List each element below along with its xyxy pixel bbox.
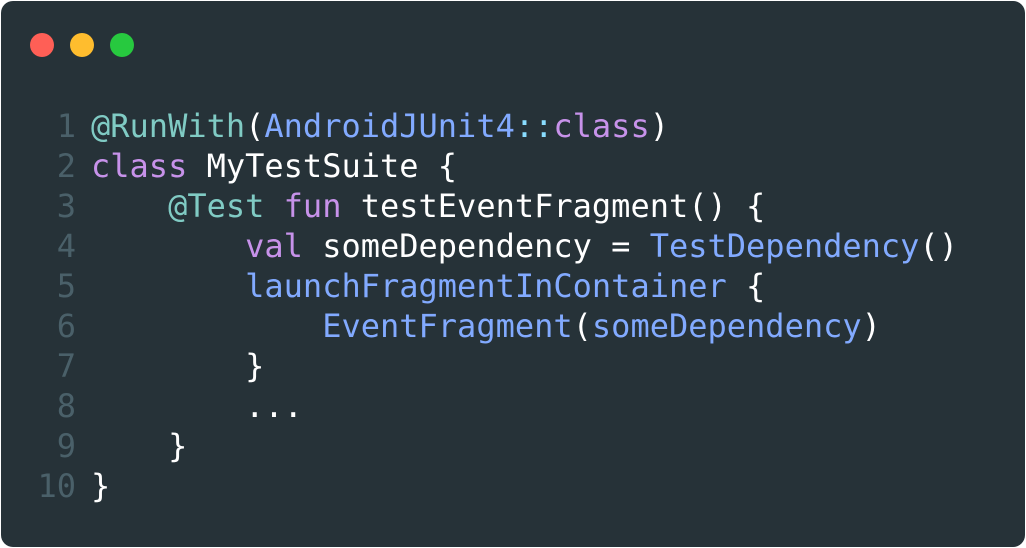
- window-titlebar: [1, 1, 1025, 81]
- code-line: 1 @RunWith(AndroidJUnit4::class): [1, 106, 1025, 146]
- code-line: 3 @Test fun testEventFragment() {: [1, 186, 1025, 226]
- zoom-dot-icon[interactable]: [110, 33, 134, 57]
- code-token-punct: (): [919, 227, 958, 265]
- code-token-plain: someDependency =: [302, 227, 650, 265]
- code-line: 7 }: [1, 346, 1025, 386]
- code-token-keyword: val: [245, 227, 303, 265]
- line-source: }: [91, 346, 264, 386]
- line-number: 2: [56, 147, 76, 185]
- code-token-keyword: class: [91, 147, 188, 185]
- line-number: 8: [56, 387, 76, 425]
- code-token-type: AndroidJUnit4: [264, 107, 515, 145]
- line-source: @RunWith(AndroidJUnit4::class): [91, 106, 669, 146]
- line-source: EventFragment(someDependency): [91, 306, 881, 346]
- code-token-keyword: fun: [283, 187, 342, 225]
- code-token-punct: ): [649, 107, 669, 145]
- line-source: val someDependency = TestDependency(): [91, 226, 958, 266]
- code-token-type: EventFragment: [322, 307, 573, 345]
- code-block: 1 @RunWith(AndroidJUnit4::class) 2 class My…: [1, 106, 1025, 506]
- line-source: class MyTestSuite {: [91, 146, 457, 186]
- code-token-colons: ::: [514, 107, 554, 145]
- code-token-plain: }: [91, 347, 265, 385]
- code-token-punct: (: [245, 107, 265, 145]
- code-token-plain: ...: [91, 387, 303, 425]
- line-number: 4: [56, 227, 76, 265]
- code-line: 5 launchFragmentInContainer {: [1, 266, 1025, 306]
- code-token-func: launchFragmentInContainer: [245, 267, 727, 305]
- line-source: ...: [91, 386, 303, 426]
- line-number: 7: [56, 347, 76, 385]
- line-source: }: [91, 426, 187, 466]
- minimize-dot-icon[interactable]: [70, 33, 94, 57]
- code-line: 10}: [1, 466, 1025, 506]
- line-number: 10: [37, 467, 76, 505]
- code-token-func: someDependency: [591, 307, 862, 345]
- line-number: 9: [56, 427, 76, 465]
- code-token-plain: MyTestSuite {: [187, 147, 458, 185]
- code-window: 1 @RunWith(AndroidJUnit4::class) 2 class My…: [1, 1, 1025, 547]
- line-source: @Test fun testEventFragment() {: [91, 186, 765, 226]
- code-line: 4 val someDependency = TestDependency(): [1, 226, 1025, 266]
- code-line: 6 EventFragment(someDependency): [1, 306, 1025, 346]
- line-source: }: [91, 466, 110, 506]
- line-source: launchFragmentInContainer {: [91, 266, 765, 306]
- line-number: 1: [56, 107, 76, 145]
- code-line: 9 }: [1, 426, 1025, 466]
- code-token-keyword: class: [553, 107, 650, 145]
- close-dot-icon[interactable]: [30, 33, 54, 57]
- line-number: 5: [56, 267, 76, 305]
- code-token-plain: {: [726, 267, 766, 305]
- line-number: 3: [56, 187, 76, 225]
- code-token-punct: ): [861, 307, 881, 345]
- code-token-type: TestDependency: [649, 227, 920, 265]
- code-line: 8 ...: [1, 386, 1025, 426]
- code-line: 2 class MyTestSuite {: [1, 146, 1025, 186]
- code-token-plain: }: [91, 467, 111, 505]
- code-token-plain: testEventFragment() {: [341, 187, 766, 225]
- code-token-punct: (: [572, 307, 592, 345]
- code-token-plain: }: [91, 427, 188, 465]
- line-number: 6: [56, 307, 76, 345]
- code-token-annotation: @RunWith: [91, 107, 246, 145]
- code-token-annotation: @Test: [168, 187, 265, 225]
